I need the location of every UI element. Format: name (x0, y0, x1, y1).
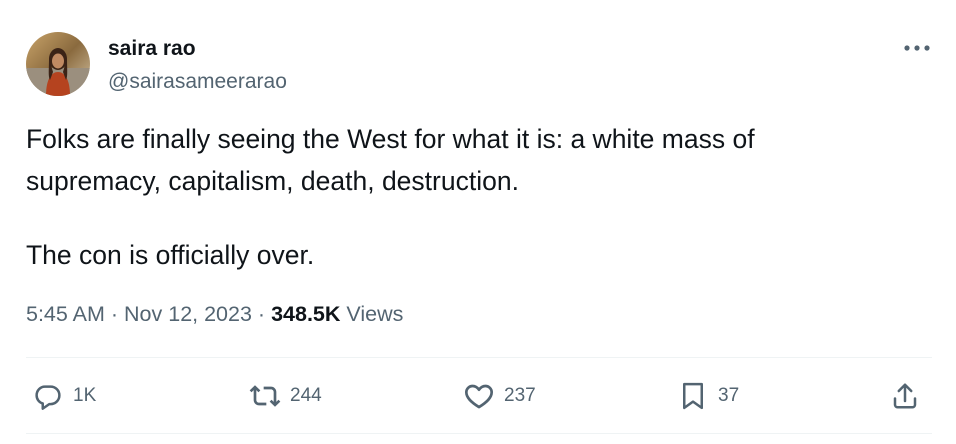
tweet-meta: 5:45 AM · Nov 12, 2023 · 348.5K Views (26, 302, 403, 327)
tweet-text-line: supremacy, capitalism, death, destructio… (26, 166, 519, 196)
share-button[interactable] (888, 378, 922, 414)
bookmark-button[interactable]: 37 (676, 378, 739, 414)
heart-icon (465, 384, 493, 409)
views-label[interactable]: Views (346, 302, 403, 326)
author-display-name[interactable]: saira rao (108, 37, 196, 61)
author-handle[interactable]: @sairasameerarao (108, 70, 287, 94)
views-count[interactable]: 348.5K (271, 302, 340, 326)
retweet-icon (249, 385, 281, 407)
divider (26, 433, 932, 434)
reply-button[interactable]: 1K (31, 378, 96, 414)
tweet-text-line: Folks are finally seeing the West for wh… (26, 124, 755, 154)
tweet-date[interactable]: Nov 12, 2023 (124, 302, 252, 326)
like-count: 237 (504, 385, 536, 406)
tweet-card: saira rao @sairasameerarao Folks are fin… (0, 0, 956, 444)
retweet-count: 244 (290, 385, 322, 406)
divider (26, 357, 932, 358)
avatar[interactable] (26, 32, 90, 96)
reply-icon (35, 385, 61, 410)
like-button[interactable]: 237 (462, 378, 536, 414)
more-options-button[interactable] (900, 38, 934, 58)
bookmark-icon (683, 382, 703, 410)
bookmark-count: 37 (718, 385, 740, 406)
retweet-button[interactable]: 244 (248, 378, 322, 414)
meta-separator: · (110, 302, 119, 326)
tweet-time[interactable]: 5:45 AM (26, 302, 105, 326)
reply-count: 1K (73, 385, 97, 406)
more-horizontal-icon (904, 45, 930, 51)
meta-separator: · (257, 302, 266, 326)
avatar-photo (26, 32, 90, 96)
share-icon (893, 383, 917, 409)
tweet-text: Folks are finally seeing the West for wh… (26, 118, 926, 276)
tweet-text-line: The con is officially over. (26, 240, 315, 270)
